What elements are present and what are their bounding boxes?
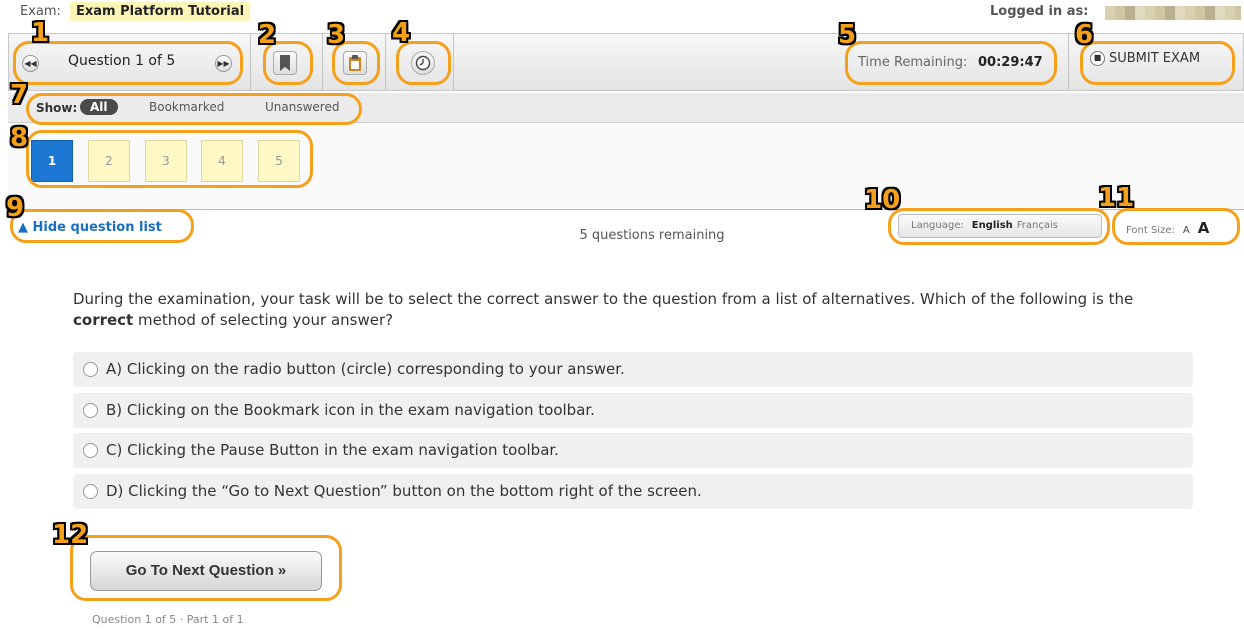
language-selector: Language: English Français — [898, 214, 1102, 238]
answer-option-c[interactable]: C) Clicking the Pause Button in the exam… — [73, 433, 1193, 468]
question-part-footer: Question 1 of 5 · Part 1 of 1 — [92, 613, 244, 626]
font-size-large[interactable]: A — [1198, 219, 1210, 237]
answer-option-d[interactable]: D) Clicking the “Go to Next Question” bu… — [73, 474, 1193, 509]
clock-icon[interactable] — [411, 51, 435, 75]
next-question-button[interactable]: Go To Next Question » — [90, 551, 322, 591]
question-tile-5[interactable]: 5 — [258, 140, 300, 182]
language-label: Language: — [911, 220, 964, 231]
exam-name: Exam Platform Tutorial — [70, 2, 251, 21]
toolbar-divider — [322, 34, 323, 90]
filter-unanswered[interactable]: Unanswered — [265, 100, 339, 114]
exam-toolbar — [8, 33, 1244, 91]
font-size-small[interactable]: A — [1183, 225, 1190, 236]
answer-option-a[interactable]: A) Clicking on the radio button (circle)… — [73, 352, 1193, 387]
font-size-label: Font Size: — [1126, 225, 1175, 236]
toolbar-divider — [385, 34, 386, 90]
answer-text: A) Clicking on the radio button (circle)… — [106, 360, 625, 378]
rewind-icon[interactable]: ◀◀ — [22, 55, 39, 72]
time-remaining-value: 00:29:47 — [978, 55, 1043, 70]
show-label: Show: — [36, 101, 78, 115]
question-list — [8, 124, 1244, 210]
question-tile-1[interactable]: 1 — [31, 140, 73, 182]
answer-text: C) Clicking the Pause Button in the exam… — [106, 441, 559, 459]
toolbar-divider — [453, 34, 454, 90]
radio-button[interactable] — [83, 362, 98, 377]
clipboard-icon[interactable] — [343, 51, 367, 75]
triangle-up-icon: ▲ — [18, 220, 28, 235]
stop-icon: ■ — [1090, 51, 1105, 66]
question-tile-4[interactable]: 4 — [201, 140, 243, 182]
question-tile-3[interactable]: 3 — [145, 140, 187, 182]
answer-text: D) Clicking the “Go to Next Question” bu… — [106, 482, 702, 500]
time-remaining-label: Time Remaining: — [858, 55, 968, 70]
question-text-bold: correct — [73, 311, 134, 329]
logged-in-label: Logged in as: — [990, 4, 1089, 19]
radio-button[interactable] — [83, 403, 98, 418]
submit-exam-button[interactable]: ■ SUBMIT EXAM — [1090, 51, 1200, 66]
language-option-english[interactable]: English — [972, 220, 1013, 231]
question-text: During the examination, your task will b… — [73, 289, 1193, 331]
question-text-after: method of selecting your answer? — [133, 311, 394, 329]
radio-button[interactable] — [83, 443, 98, 458]
answer-option-b[interactable]: B) Clicking on the Bookmark icon in the … — [73, 393, 1193, 428]
toolbar-divider — [1068, 34, 1069, 90]
callout-number-12: 12 — [52, 520, 89, 550]
exam-label: Exam: — [20, 4, 61, 19]
hide-question-list-label: Hide question list — [32, 220, 162, 235]
language-option-french[interactable]: Français — [1017, 220, 1058, 231]
fast-forward-icon[interactable]: ▶▶ — [215, 55, 232, 72]
toolbar-divider — [250, 34, 251, 90]
question-counter: Question 1 of 5 — [68, 53, 176, 69]
question-tile-2[interactable]: 2 — [88, 140, 130, 182]
hide-question-list-link[interactable]: ▲ Hide question list — [18, 220, 162, 235]
font-size-selector: Font Size: A A — [1118, 214, 1238, 238]
radio-button[interactable] — [83, 484, 98, 499]
submit-exam-label: SUBMIT EXAM — [1109, 51, 1201, 66]
logged-in-user-redacted — [1105, 6, 1241, 20]
questions-remaining: 5 questions remaining — [579, 228, 725, 243]
filter-bookmarked[interactable]: Bookmarked — [149, 100, 224, 114]
question-text-before: During the examination, your task will b… — [73, 290, 1134, 308]
answer-text: B) Clicking on the Bookmark icon in the … — [106, 401, 595, 419]
filter-all[interactable]: All — [80, 99, 118, 115]
bookmark-icon[interactable] — [273, 51, 297, 75]
